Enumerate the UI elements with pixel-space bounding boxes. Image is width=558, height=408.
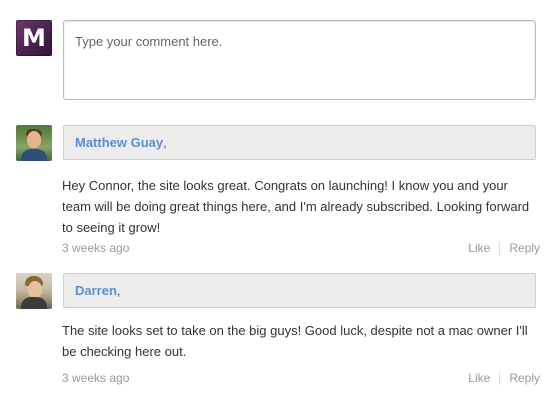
like-button[interactable]: Like bbox=[468, 241, 490, 255]
avatar-letter: M bbox=[22, 24, 46, 52]
comment-author-link[interactable]: Matthew Guay bbox=[75, 135, 163, 150]
comment-meta: 3 weeks ago Like Reply bbox=[62, 371, 540, 387]
comment-actions: Like Reply bbox=[468, 241, 540, 255]
reply-button[interactable]: Reply bbox=[509, 371, 540, 385]
comment-timestamp: 3 weeks ago bbox=[62, 241, 130, 255]
comment-text: The site looks set to take on the big gu… bbox=[62, 323, 528, 359]
author-separator: , bbox=[163, 135, 167, 150]
comment-author-bar: Darren, bbox=[63, 273, 536, 308]
comment-composer: M bbox=[16, 20, 538, 102]
commenter-avatar[interactable] bbox=[16, 125, 52, 161]
commenter-avatar[interactable] bbox=[16, 273, 52, 309]
comment-timestamp: 3 weeks ago bbox=[62, 371, 130, 385]
comment-actions: Like Reply bbox=[468, 371, 540, 385]
action-divider bbox=[499, 241, 501, 255]
comment-author-bar: Matthew Guay, bbox=[63, 125, 536, 160]
action-divider bbox=[499, 371, 501, 385]
comment-author-link[interactable]: Darren bbox=[75, 283, 117, 298]
author-separator: , bbox=[116, 283, 121, 298]
like-button[interactable]: Like bbox=[468, 371, 490, 385]
comment-input[interactable] bbox=[63, 20, 536, 100]
comment-meta: 3 weeks ago Like Reply bbox=[62, 241, 540, 257]
current-user-avatar: M bbox=[16, 20, 52, 56]
comment-text: Hey Connor, the site looks great. Congra… bbox=[62, 178, 530, 235]
reply-button[interactable]: Reply bbox=[509, 241, 540, 255]
